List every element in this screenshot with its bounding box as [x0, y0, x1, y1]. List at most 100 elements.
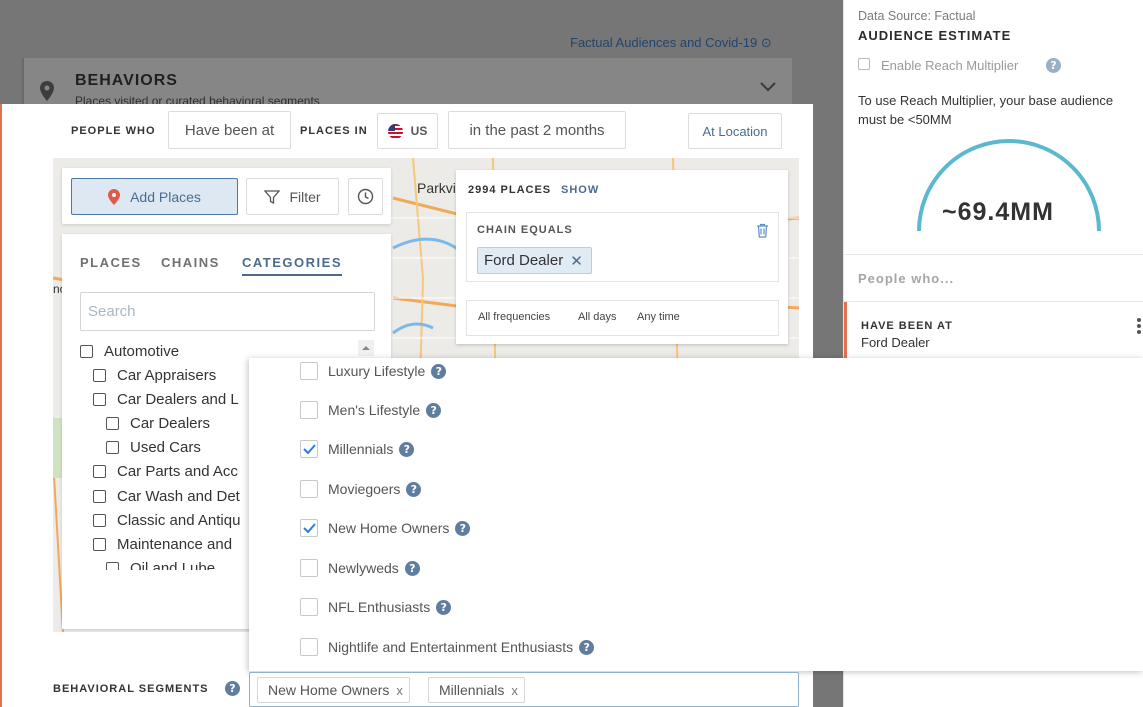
remove-tag-icon[interactable]: x: [511, 683, 518, 698]
help-icon[interactable]: ?: [436, 599, 452, 615]
check-icon: [302, 523, 316, 533]
category-checkbox[interactable]: [93, 369, 106, 382]
help-icon[interactable]: ?: [225, 681, 240, 696]
tab-places[interactable]: PLACES: [80, 255, 142, 270]
segment-option[interactable]: Luxury Lifestyle?: [300, 362, 447, 380]
help-icon[interactable]: ?: [579, 639, 595, 655]
segment-option[interactable]: Millennials?: [300, 440, 415, 458]
segment-option[interactable]: NFL Enthusiasts?: [300, 598, 452, 616]
category-checkbox[interactable]: [106, 441, 119, 454]
category-item-automotive[interactable]: Automotive: [80, 343, 179, 360]
segment-option[interactable]: Men's Lifestyle?: [300, 401, 442, 419]
help-icon[interactable]: ?: [1046, 58, 1061, 73]
places-in-label: PLACES IN: [300, 125, 368, 137]
rule-value: Ford Dealer: [861, 335, 930, 350]
filter-label: Filter: [289, 188, 321, 205]
category-item[interactable]: Car Wash and Det: [93, 488, 240, 505]
us-flag-icon: [387, 123, 403, 139]
category-checkbox[interactable]: [93, 538, 106, 551]
frequency-selector[interactable]: All frequencies: [478, 311, 550, 323]
segment-option[interactable]: Newlyweds?: [300, 559, 420, 577]
audience-estimate-value: ~69.4MM: [942, 198, 1054, 226]
category-item[interactable]: Maintenance and: [93, 536, 232, 553]
option-checkbox[interactable]: [300, 362, 318, 380]
reach-multiplier-note: To use Reach Multiplier, your base audie…: [858, 93, 1114, 127]
help-icon[interactable]: ?: [399, 441, 415, 457]
map-pin-icon: [108, 188, 121, 205]
option-checkbox-checked[interactable]: [300, 519, 318, 537]
option-checkbox[interactable]: [300, 598, 318, 616]
reach-multiplier-checkbox[interactable]: [858, 58, 870, 70]
category-checkbox[interactable]: [93, 490, 106, 503]
remove-tag-icon[interactable]: x: [396, 683, 403, 698]
category-checkbox[interactable]: [93, 465, 106, 478]
category-item[interactable]: Oil and Lube: [106, 560, 215, 570]
category-checkbox[interactable]: [93, 393, 106, 406]
info-icon: ⊙: [760, 35, 772, 50]
help-icon[interactable]: ?: [406, 481, 422, 497]
category-checkbox[interactable]: [106, 417, 119, 430]
add-places-label: Add Places: [130, 188, 201, 205]
data-source-label: Data Source: Factual: [858, 9, 976, 23]
time-filter-button[interactable]: [348, 178, 383, 215]
category-search-input[interactable]: [80, 292, 375, 331]
help-icon[interactable]: ?: [431, 363, 447, 379]
audience-estimate-title: AUDIENCE ESTIMATE: [858, 28, 1012, 43]
more-options-icon[interactable]: [1137, 318, 1141, 336]
country-select[interactable]: US: [377, 113, 438, 149]
behavioral-segments-label: BEHAVIORAL SEGMENTS: [53, 683, 209, 695]
remove-tag-icon[interactable]: ✕: [570, 252, 583, 270]
have-been-at-select[interactable]: Have been at: [168, 111, 291, 149]
category-checkbox[interactable]: [93, 514, 106, 527]
days-selector[interactable]: All days: [578, 311, 617, 323]
category-item[interactable]: Car Dealers: [106, 415, 210, 432]
segment-option[interactable]: Nightlife and Entertainment Enthusiasts?: [300, 638, 595, 656]
category-item[interactable]: Car Parts and Acc: [93, 463, 238, 480]
filter-button[interactable]: Filter: [246, 178, 339, 215]
covid-info-link[interactable]: Factual Audiences and Covid-19 ⊙: [570, 35, 772, 51]
rule-title: HAVE BEEN AT: [861, 320, 953, 332]
audience-rule-item[interactable]: HAVE BEEN AT Ford Dealer: [844, 302, 1143, 360]
add-places-button[interactable]: Add Places: [71, 178, 238, 215]
chevron-down-icon[interactable]: [760, 82, 776, 92]
category-item[interactable]: Car Appraisers: [93, 367, 216, 384]
people-who-label: PEOPLE WHO: [71, 125, 156, 137]
option-checkbox[interactable]: [300, 559, 318, 577]
at-location-button[interactable]: At Location: [688, 113, 782, 149]
help-icon[interactable]: ?: [455, 520, 471, 536]
option-checkbox[interactable]: [300, 480, 318, 498]
segment-option[interactable]: New Home Owners?: [300, 519, 471, 537]
time-selector[interactable]: Any time: [637, 311, 680, 323]
help-icon[interactable]: ?: [426, 402, 442, 418]
reach-multiplier-label: Enable Reach Multiplier: [881, 58, 1019, 73]
clock-icon: [357, 188, 374, 205]
tab-categories[interactable]: CATEGORIES: [242, 255, 342, 276]
divider: [844, 254, 1143, 255]
option-checkbox-checked[interactable]: [300, 440, 318, 458]
category-item[interactable]: Car Dealers and L: [93, 391, 239, 408]
country-value: US: [410, 124, 428, 138]
people-who-heading: People who...: [858, 271, 955, 286]
places-count: 2994 PLACES: [468, 184, 552, 196]
segment-tag: Millennials x: [428, 677, 525, 703]
chain-tag: Ford Dealer ✕: [477, 247, 592, 274]
option-checkbox[interactable]: [300, 638, 318, 656]
category-item[interactable]: Classic and Antiqu: [93, 512, 240, 529]
category-checkbox[interactable]: [106, 562, 119, 570]
scroll-up-arrow-icon[interactable]: [358, 340, 374, 356]
chain-equals-label: CHAIN EQUALS: [477, 224, 573, 236]
category-checkbox[interactable]: [80, 345, 93, 358]
segment-tag: New Home Owners x: [257, 677, 410, 703]
filter-icon: [264, 189, 281, 204]
timeframe-select[interactable]: in the past 2 months: [448, 111, 626, 149]
show-places-link[interactable]: SHOW: [561, 184, 599, 196]
tab-chains[interactable]: CHAINS: [161, 255, 220, 270]
behaviors-title: BEHAVIORS: [75, 72, 178, 89]
category-item[interactable]: Used Cars: [106, 439, 201, 456]
option-checkbox[interactable]: [300, 401, 318, 419]
help-icon[interactable]: ?: [404, 560, 420, 576]
segment-option[interactable]: Moviegoers?: [300, 480, 422, 498]
map-label: Parkvi: [417, 180, 456, 196]
check-icon: [302, 444, 316, 454]
trash-icon[interactable]: [756, 223, 769, 238]
